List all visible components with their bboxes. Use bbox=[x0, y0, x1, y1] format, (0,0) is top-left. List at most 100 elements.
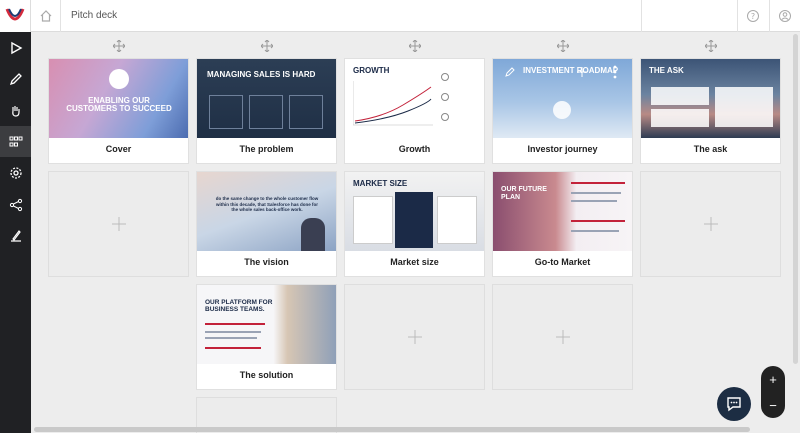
move-overlay-icon[interactable] bbox=[577, 67, 587, 77]
thumb-box bbox=[289, 95, 323, 129]
plus-icon bbox=[555, 330, 570, 344]
thumb-line bbox=[571, 192, 621, 194]
divider bbox=[641, 0, 642, 32]
slide-label: Go-to Market bbox=[534, 257, 591, 267]
svg-text:?: ? bbox=[751, 12, 755, 21]
thumb-person bbox=[301, 218, 325, 251]
slide-label: Cover bbox=[105, 144, 132, 154]
slide-thumbnail: ENABLING OUR CUSTOMERS TO SUCCEED bbox=[49, 59, 188, 138]
thumb-line bbox=[205, 337, 257, 339]
slide-card-solution[interactable]: OUR PLATFORM FOR BUSINESS TEAMS. The sol… bbox=[196, 284, 337, 390]
left-toolbar bbox=[0, 0, 31, 433]
slide-thumbnail: INVESTMENT ROADMAP bbox=[493, 59, 632, 138]
overview-button[interactable] bbox=[0, 126, 31, 157]
help-button[interactable]: ? bbox=[743, 6, 763, 26]
slide-card-growth[interactable]: GROWTH Growth bbox=[344, 58, 485, 164]
divider bbox=[737, 0, 738, 32]
thumb-line bbox=[205, 331, 261, 333]
slide-card-go-to-market[interactable]: OUR FUTURE PLAN Go-to Market bbox=[492, 171, 633, 277]
plus-icon bbox=[111, 217, 126, 231]
thumb-title: OUR PLATFORM FOR BUSINESS TEAMS. bbox=[205, 299, 273, 314]
thumb-chart bbox=[353, 81, 433, 126]
edit-button[interactable] bbox=[0, 63, 31, 94]
slide-card-investor-journey[interactable]: INVESTMENT ROADMAP Investor journey bbox=[492, 58, 633, 164]
gear-icon bbox=[9, 166, 22, 179]
thumb-box bbox=[715, 87, 773, 127]
vertical-scrollbar[interactable] bbox=[793, 34, 798, 364]
help-icon: ? bbox=[747, 10, 759, 22]
slide-label: The solution bbox=[239, 370, 294, 380]
zoom-in-button[interactable]: + bbox=[761, 366, 785, 392]
thumb-line bbox=[205, 323, 265, 325]
slide-card-market-size[interactable]: MARKET SIZE Market size bbox=[344, 171, 485, 277]
slide-card-cover[interactable]: ENABLING OUR CUSTOMERS TO SUCCEED Cover bbox=[48, 58, 189, 164]
thumb-quote: do the same change to the whole customer… bbox=[215, 196, 319, 213]
page-title: Pitch deck bbox=[71, 10, 118, 21]
thumb-title: GROWTH bbox=[353, 66, 390, 75]
chat-button[interactable] bbox=[717, 387, 751, 421]
play-overlay-icon bbox=[553, 101, 571, 119]
slide-thumbnail: OUR PLATFORM FOR BUSINESS TEAMS. bbox=[197, 285, 336, 364]
share-icon bbox=[9, 198, 22, 211]
thumb-line bbox=[571, 200, 617, 202]
move-handle-icon[interactable] bbox=[557, 40, 569, 52]
more-options-icon[interactable] bbox=[613, 65, 617, 79]
add-slide-slot[interactable] bbox=[492, 284, 633, 390]
interact-button[interactable] bbox=[0, 95, 31, 126]
thumb-title: ENABLING OUR CUSTOMERS TO SUCCEED bbox=[66, 96, 172, 113]
app-logo[interactable] bbox=[0, 0, 31, 32]
add-slide-slot[interactable] bbox=[344, 284, 485, 390]
zoom-out-button[interactable]: − bbox=[761, 392, 785, 418]
thumb-dot bbox=[441, 113, 449, 121]
profile-button[interactable] bbox=[775, 6, 795, 26]
share-button[interactable] bbox=[0, 189, 31, 220]
thumb-line bbox=[571, 220, 625, 222]
thumb-line bbox=[205, 347, 261, 349]
edit-overlay-icon[interactable] bbox=[505, 67, 515, 77]
slide-label: Investor journey bbox=[527, 144, 598, 154]
thumb-box bbox=[249, 95, 283, 129]
play-icon bbox=[10, 41, 22, 54]
logo-icon bbox=[5, 8, 25, 21]
slide-thumbnail: GROWTH bbox=[345, 59, 484, 138]
plus-icon bbox=[703, 217, 718, 231]
thumb-title: MANAGING SALES IS HARD bbox=[207, 70, 316, 79]
slide-thumbnail: OUR FUTURE PLAN bbox=[493, 172, 632, 251]
thumb-box bbox=[651, 87, 709, 105]
move-handle-icon[interactable] bbox=[261, 40, 273, 52]
move-handle-icon[interactable] bbox=[113, 40, 125, 52]
settings-button[interactable] bbox=[0, 157, 31, 188]
slide-card-the-ask[interactable]: THE ASK The ask bbox=[640, 58, 781, 164]
thumb-dot bbox=[441, 73, 449, 81]
zoom-controls: + − bbox=[761, 366, 785, 418]
signature-icon bbox=[10, 229, 21, 242]
slide-thumbnail: do the same change to the whole customer… bbox=[197, 172, 336, 251]
slide-card-vision[interactable]: do the same change to the whole customer… bbox=[196, 171, 337, 277]
slide-thumbnail: THE ASK bbox=[641, 59, 780, 138]
thumb-box bbox=[209, 95, 243, 129]
present-button[interactable] bbox=[0, 32, 31, 63]
user-icon bbox=[779, 10, 791, 22]
thumb-box bbox=[395, 192, 433, 248]
add-slide-slot[interactable] bbox=[640, 171, 781, 277]
thumb-box bbox=[353, 196, 393, 244]
thumb-line bbox=[571, 230, 619, 232]
grid-icon bbox=[9, 136, 22, 146]
slide-card-problem[interactable]: MANAGING SALES IS HARD The problem bbox=[196, 58, 337, 164]
slide-label: The vision bbox=[244, 257, 289, 267]
thumb-title: MARKET SIZE bbox=[353, 179, 408, 188]
slide-label: The problem bbox=[239, 144, 294, 154]
move-handle-icon[interactable] bbox=[409, 40, 421, 52]
plus-icon: + bbox=[769, 371, 777, 387]
minus-icon: − bbox=[769, 397, 777, 413]
sign-button[interactable] bbox=[0, 220, 31, 251]
thumb-title: THE ASK bbox=[649, 66, 684, 75]
pen-icon bbox=[9, 72, 22, 85]
thumb-line bbox=[571, 182, 625, 184]
horizontal-scrollbar[interactable] bbox=[34, 427, 750, 432]
add-slide-slot[interactable] bbox=[48, 171, 189, 277]
thumb-box bbox=[437, 196, 477, 244]
move-handle-icon[interactable] bbox=[705, 40, 717, 52]
home-button[interactable] bbox=[31, 0, 61, 32]
logo-circle bbox=[109, 69, 129, 89]
